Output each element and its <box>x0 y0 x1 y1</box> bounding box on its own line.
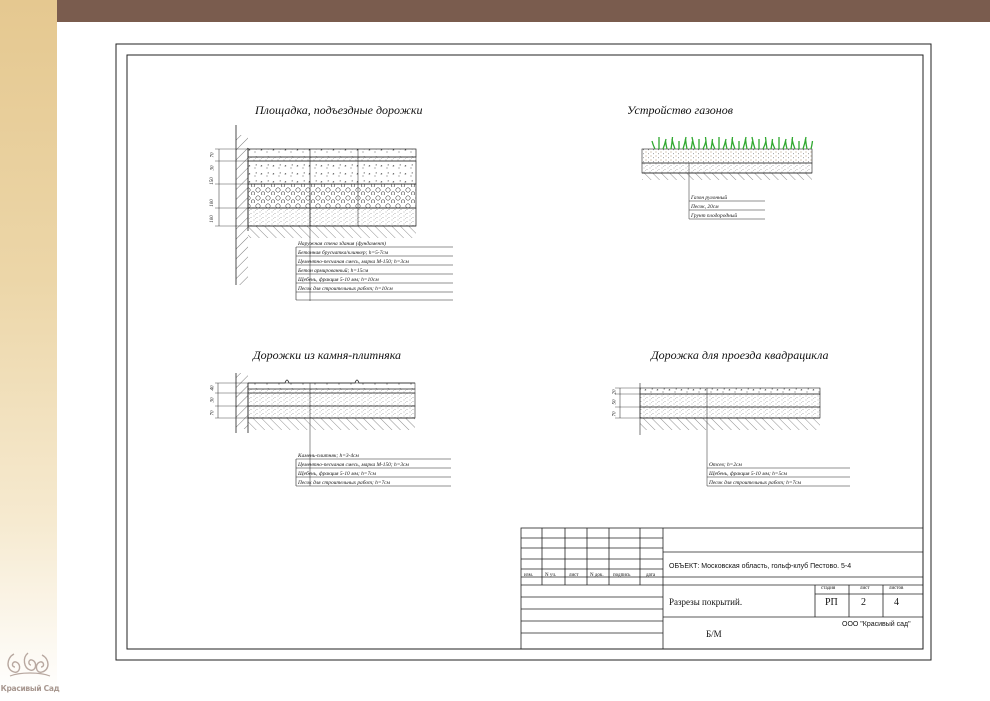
dimension-label: 50 <box>612 399 618 405</box>
stamp-stage-value: РП <box>825 597 838 608</box>
left-decorative-strip <box>0 0 57 696</box>
legend-item: Газон рулонный <box>691 195 728 201</box>
grass-blade <box>744 138 748 150</box>
dimension-label: 150 <box>209 177 215 185</box>
legend-item: Песок для строительных работ; h=10см <box>298 286 393 292</box>
legend-item: Песок для строительных работ; h=7см <box>709 480 801 486</box>
grass-blade <box>671 138 676 150</box>
grass-blade <box>810 140 814 150</box>
grass-blade <box>724 140 728 150</box>
legend-item: Бетон армированный; h=15см <box>298 268 369 274</box>
legend-item: Щебень, фракция 5-10 мм; h=7см <box>298 471 376 477</box>
stamp-col-header: дата <box>646 573 656 578</box>
stamp-sheet-title: Разрезы покрытий. <box>669 597 743 607</box>
grass-blade <box>711 140 716 150</box>
logo-text: Красивый Сад <box>0 684 60 693</box>
stamp-stage-label: стадия <box>821 586 836 591</box>
grass-blade <box>690 140 694 150</box>
grass-blade <box>684 138 688 150</box>
grass-blade <box>764 136 768 150</box>
section-2-drawing <box>641 148 813 219</box>
grass-blade <box>791 138 796 150</box>
dimension-label: 70 <box>612 411 618 417</box>
dimension-label: 20 <box>612 389 618 395</box>
grass-layer <box>651 136 814 150</box>
dimension-label: 30 <box>210 165 216 171</box>
dimension-label: 100 <box>209 215 215 223</box>
section-title-lawn: Устройство газонов <box>627 103 733 117</box>
legend-item: Щебень, фракция 5-10 мм; h=5см <box>709 471 787 477</box>
legend-item: Песок, 20см <box>691 204 719 210</box>
stamp-company: ООО "Красивый сад" <box>842 621 911 628</box>
legend-item: Бетонная брусчатка/клинкер; h=5-7см <box>298 250 389 256</box>
legend-item: Наружная стена здания (фундамент) <box>298 241 386 247</box>
grass-blade <box>784 140 788 150</box>
stamp-sheets-label: листов <box>889 586 904 591</box>
stamp-col-header: подпись <box>613 573 631 578</box>
top-bar <box>0 0 990 22</box>
stamp-sheet-value: 2 <box>861 597 866 608</box>
grass-blade <box>731 138 736 150</box>
legend-item: Камень-плитняк; h=3-4см <box>298 453 359 459</box>
legend-item: Песок для строительных работ; h=7см <box>298 480 390 486</box>
dimension-label: 40 <box>210 385 216 391</box>
section-title-pad: Площадка, подъездные дорожки <box>255 103 423 117</box>
stamp-sheets-value: 4 <box>894 597 899 608</box>
stamp-col-header: N уч. <box>545 573 557 578</box>
dimension-label: 70 <box>210 152 216 158</box>
legend-item: Щебень, фракция 5-10 мм; h=10см <box>298 277 379 283</box>
dimension-label: 70 <box>210 410 216 416</box>
grass-blade <box>750 140 754 150</box>
drawing-sheet: Площадка, подъездные дорожки Устройство … <box>115 43 932 661</box>
stamp-sheet-label: лист <box>860 586 870 591</box>
legend-item: Грунт плодородный <box>691 213 738 219</box>
dimension-label: 30 <box>210 397 216 403</box>
stamp-col-header: изм. <box>524 573 533 578</box>
stamp-col-header: лист <box>569 573 579 578</box>
legend-item: Цементно-песчаная смесь, марка М-150; h=… <box>298 259 409 265</box>
grass-blade <box>664 140 668 150</box>
section-title-stone-path: Дорожки из камня-плитняка <box>253 348 402 362</box>
brand-logo: Красивый Сад <box>0 650 60 696</box>
section-title-atv-path: Дорожка для проезда квадрацикла <box>651 348 829 362</box>
grass-blade <box>704 136 708 150</box>
stamp-author: Б/М <box>706 629 722 639</box>
legend-item: Отсев; h=2см <box>709 462 742 468</box>
grass-blade <box>670 136 674 150</box>
stamp-object: ОБЪЕКТ: Московская область, гольф-клуб П… <box>669 563 852 570</box>
grass-blade <box>790 136 794 150</box>
grass-blade <box>730 136 734 150</box>
grass-blade <box>804 138 808 150</box>
stamp-col-header: N док. <box>590 573 604 578</box>
grass-blade <box>771 140 776 150</box>
dimension-label: 100 <box>209 199 215 207</box>
grass-blade <box>651 140 656 150</box>
legend-item: Цементно-песчаная смесь, марка М-150; h=… <box>298 462 409 468</box>
